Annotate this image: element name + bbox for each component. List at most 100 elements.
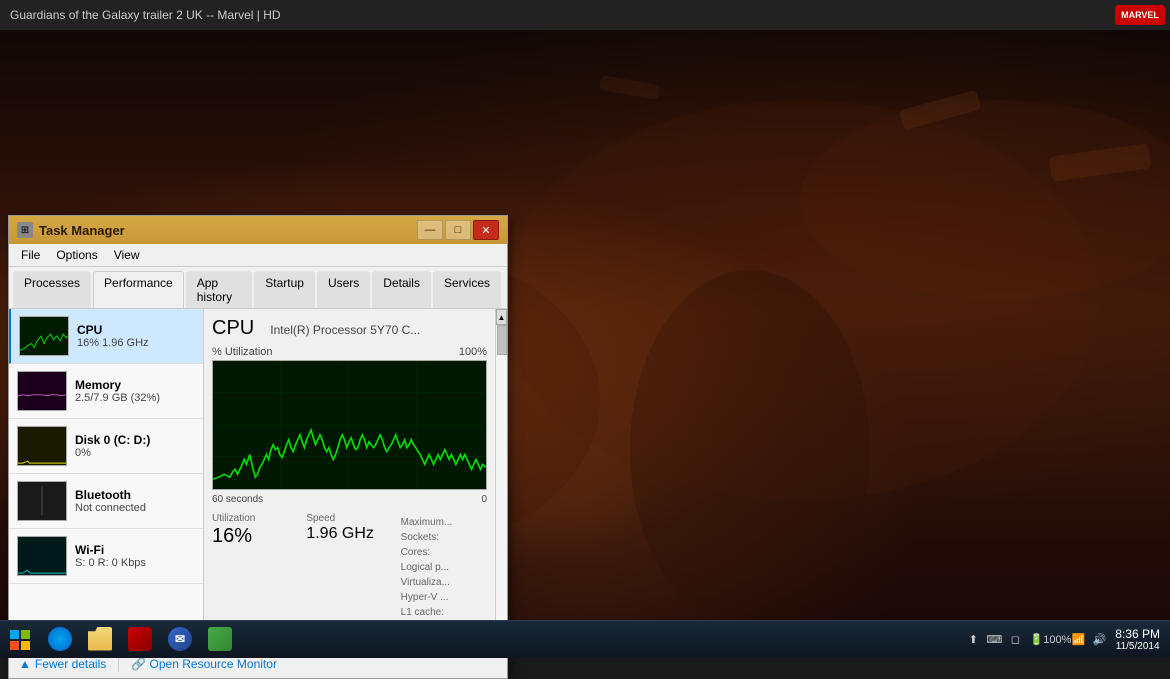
memory-resource-info: Memory 2.5/7.9 GB (32%) bbox=[75, 378, 195, 404]
utilization-stat-value: 16% bbox=[212, 524, 298, 548]
minimize-button[interactable]: — bbox=[417, 220, 443, 240]
utilization-label: % Utilization bbox=[212, 346, 273, 358]
memory-mini-graph bbox=[17, 371, 67, 411]
bluetooth-resource-value: Not connected bbox=[75, 502, 195, 514]
memory-resource-name: Memory bbox=[75, 378, 195, 392]
browser-titlebar: Guardians of the Galaxy trailer 2 UK -- … bbox=[0, 0, 1170, 30]
utilization-max: 100% bbox=[459, 346, 487, 358]
window-controls: — □ ✕ bbox=[417, 220, 499, 240]
cpu-mini-graph bbox=[19, 316, 69, 356]
cpu-chart bbox=[212, 360, 487, 490]
menu-options[interactable]: Options bbox=[48, 246, 105, 264]
speed-stat-value: 1.96 GHz bbox=[306, 524, 392, 543]
taskbar-clock[interactable]: 8:36 PM 11/5/2014 bbox=[1115, 627, 1160, 652]
maximize-button[interactable]: □ bbox=[445, 220, 471, 240]
memory-resource-value: 2.5/7.9 GB (32%) bbox=[75, 392, 195, 404]
logical-label: Logical p... bbox=[401, 562, 487, 573]
app4-icon: ✉ bbox=[168, 627, 192, 651]
taskbar-apps: ✉ bbox=[40, 621, 240, 659]
disk-resource-info: Disk 0 (C: D:) 0% bbox=[75, 433, 195, 459]
time-60s-label: 60 seconds bbox=[212, 494, 263, 505]
task-manager-body: CPU 16% 1.96 GHz Memory 2.5/7.9 GB (32%) bbox=[9, 309, 507, 649]
fewer-details-button[interactable]: ▲ Fewer details bbox=[19, 657, 106, 671]
virtualization-label: Virtualiza... bbox=[401, 577, 487, 588]
tab-app-history[interactable]: App history bbox=[186, 271, 253, 308]
menu-file[interactable]: File bbox=[13, 246, 48, 264]
tab-services[interactable]: Services bbox=[433, 271, 501, 308]
resource-item-wifi[interactable]: Wi-Fi S: 0 R: 0 Kbps bbox=[9, 529, 203, 584]
cpu-header: CPU Intel(R) Processor 5Y70 C... bbox=[212, 317, 487, 340]
taskbar-app-ie[interactable] bbox=[40, 621, 80, 659]
bluetooth-resource-info: Bluetooth Not connected bbox=[75, 488, 195, 514]
fewer-details-label: Fewer details bbox=[35, 657, 106, 671]
open-resource-monitor-link[interactable]: 🔗 Open Resource Monitor bbox=[131, 657, 277, 671]
cpu-resource-name: CPU bbox=[77, 323, 195, 337]
taskbar-app-folder[interactable] bbox=[80, 621, 120, 659]
cpu-resource-value: 16% 1.96 GHz bbox=[77, 337, 195, 349]
hyperv-label: Hyper-V ... bbox=[401, 592, 487, 603]
battery-percent: 100% bbox=[1049, 632, 1065, 648]
time-0-label: 0 bbox=[481, 494, 487, 505]
cpu-details-panel: CPU Intel(R) Processor 5Y70 C... % Utili… bbox=[204, 309, 495, 649]
scroll-up-button[interactable]: ▲ bbox=[496, 309, 507, 325]
cpu-model-label: Intel(R) Processor 5Y70 C... bbox=[270, 323, 420, 337]
cores-label: Cores: bbox=[401, 547, 487, 558]
scroll-thumb[interactable] bbox=[497, 325, 507, 355]
fewer-details-arrow: ▲ bbox=[19, 657, 31, 671]
wifi-mini-graph bbox=[17, 536, 67, 576]
tray-icon-1[interactable]: ⬆ bbox=[965, 632, 981, 648]
app3-icon bbox=[128, 627, 152, 651]
page-title: Guardians of the Galaxy trailer 2 UK -- … bbox=[10, 8, 281, 22]
wifi-resource-value: S: 0 R: 0 Kbps bbox=[75, 557, 195, 569]
wifi-resource-name: Wi-Fi bbox=[75, 543, 195, 557]
tab-processes[interactable]: Processes bbox=[13, 271, 91, 308]
ie-icon bbox=[48, 627, 72, 651]
disk-resource-name: Disk 0 (C: D:) bbox=[75, 433, 195, 447]
volume-icon[interactable]: 🔊 bbox=[1091, 632, 1107, 648]
app5-icon bbox=[208, 627, 232, 651]
taskbar-right: ⬆ ⌨ ◻ 🔋 100% 📶 🔊 8:36 PM 11/5/2014 bbox=[965, 627, 1170, 652]
close-button[interactable]: ✕ bbox=[473, 220, 499, 240]
menu-bar: File Options View bbox=[9, 244, 507, 267]
clock-date: 11/5/2014 bbox=[1115, 641, 1160, 652]
network-icon[interactable]: 📶 bbox=[1070, 632, 1086, 648]
resource-list: CPU 16% 1.96 GHz Memory 2.5/7.9 GB (32%) bbox=[9, 309, 204, 649]
l1cache-label: L1 cache: bbox=[401, 607, 487, 618]
keyboard-icon[interactable]: ⌨ bbox=[986, 632, 1002, 648]
stat-maximum-col: Maximum... Sockets: Cores: Logical p... … bbox=[401, 513, 487, 618]
taskbar: ✉ ⬆ ⌨ ◻ 🔋 100% 📶 🔊 8:36 PM 11/5/2014 bbox=[0, 620, 1170, 658]
bluetooth-resource-name: Bluetooth bbox=[75, 488, 195, 502]
tab-performance[interactable]: Performance bbox=[93, 271, 184, 308]
stat-speed: Speed 1.96 GHz bbox=[306, 513, 392, 612]
chart-time-labels: 60 seconds 0 bbox=[212, 494, 487, 505]
resource-item-cpu[interactable]: CPU 16% 1.96 GHz bbox=[9, 309, 203, 364]
battery-icon[interactable]: 🔋 bbox=[1028, 632, 1044, 648]
start-button[interactable] bbox=[0, 621, 40, 659]
menu-view[interactable]: View bbox=[106, 246, 148, 264]
tab-startup[interactable]: Startup bbox=[254, 271, 315, 308]
resource-item-memory[interactable]: Memory 2.5/7.9 GB (32%) bbox=[9, 364, 203, 419]
speed-stat-label: Speed bbox=[306, 513, 392, 524]
disk-resource-value: 0% bbox=[75, 447, 195, 459]
folder-icon bbox=[88, 627, 112, 651]
taskbar-app-3[interactable] bbox=[120, 621, 160, 659]
tab-users[interactable]: Users bbox=[317, 271, 370, 308]
clock-time: 8:36 PM bbox=[1115, 627, 1160, 641]
cpu-resource-info: CPU 16% 1.96 GHz bbox=[77, 323, 195, 349]
taskbar-app-4[interactable]: ✉ bbox=[160, 621, 200, 659]
utilization-stat-label: Utilization bbox=[212, 513, 298, 524]
scroll-track[interactable] bbox=[496, 325, 507, 633]
scrollbar[interactable]: ▲ ▼ bbox=[495, 309, 507, 649]
taskbar-app-5[interactable] bbox=[200, 621, 240, 659]
bluetooth-mini-graph bbox=[17, 481, 67, 521]
task-manager-titlebar: ⊞ Task Manager — □ ✕ bbox=[9, 216, 507, 244]
sockets-label: Sockets: bbox=[401, 532, 487, 543]
resource-item-disk[interactable]: Disk 0 (C: D:) 0% bbox=[9, 419, 203, 474]
resource-item-bluetooth[interactable]: Bluetooth Not connected bbox=[9, 474, 203, 529]
tab-details[interactable]: Details bbox=[372, 271, 431, 308]
tray-icon-2[interactable]: ◻ bbox=[1007, 632, 1023, 648]
task-manager-window: ⊞ Task Manager — □ ✕ File Options View P… bbox=[8, 215, 508, 679]
task-manager-title: Task Manager bbox=[39, 223, 417, 238]
cpu-main-label: CPU bbox=[212, 317, 254, 340]
system-tray-icons: ⬆ ⌨ ◻ 🔋 100% 📶 🔊 bbox=[965, 632, 1107, 648]
